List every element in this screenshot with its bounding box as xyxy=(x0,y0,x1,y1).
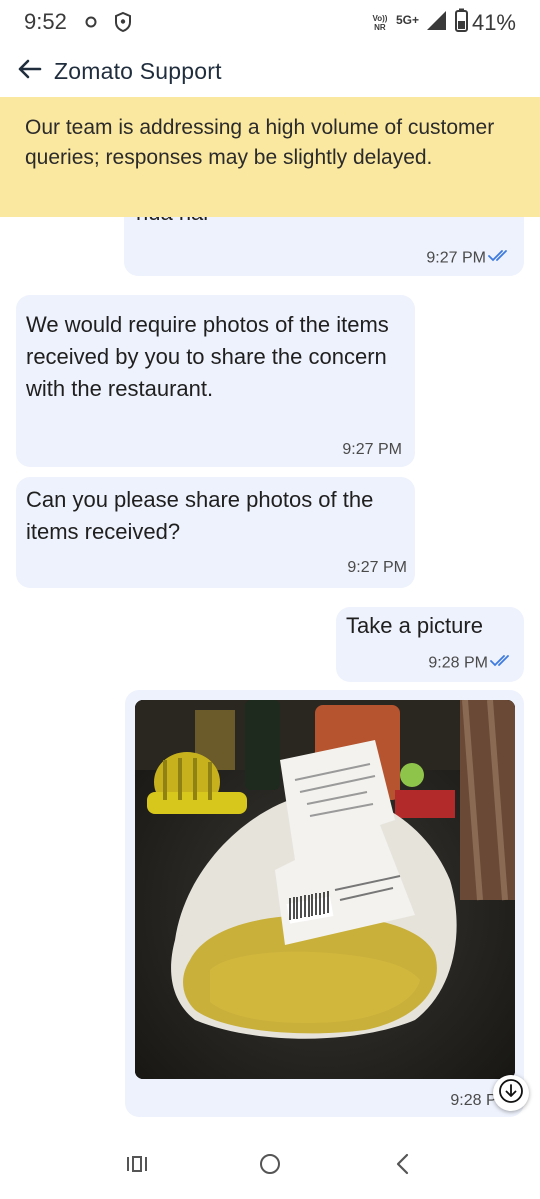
message-bubble-incoming[interactable]: We would require photos of the items rec… xyxy=(16,295,415,467)
attached-photo[interactable] xyxy=(135,700,515,1079)
delay-notice-banner: Our team is addressing a high volume of … xyxy=(0,97,540,217)
system-nav-bar xyxy=(0,1134,540,1199)
home-icon xyxy=(258,1152,282,1181)
message-time: 9:27 PM xyxy=(347,559,407,576)
download-button[interactable] xyxy=(493,1075,529,1111)
message-time: 9:27 PM xyxy=(342,441,402,458)
message-bubble-incoming[interactable]: Can you please share photos of the items… xyxy=(16,477,415,588)
read-ticks-icon xyxy=(490,654,514,673)
shield-icon xyxy=(113,11,133,38)
arrow-left-icon xyxy=(16,58,42,85)
recent-apps-icon xyxy=(125,1153,149,1180)
recent-apps-button[interactable] xyxy=(107,1142,167,1192)
system-back-button[interactable] xyxy=(373,1142,433,1192)
battery-percent: 41% xyxy=(471,9,516,35)
message-text: hua hai xyxy=(136,217,208,229)
message-text: We would require photos of the items rec… xyxy=(26,312,389,401)
chat-thread[interactable]: hua hai 9:27 PM We would require photos … xyxy=(0,217,540,1134)
read-ticks-icon xyxy=(488,249,512,268)
message-bubble-outgoing[interactable]: hua hai 9:27 PM xyxy=(124,217,524,276)
message-bubble-outgoing[interactable]: Take a picture 9:28 PM xyxy=(336,607,524,682)
home-button[interactable] xyxy=(240,1142,300,1192)
status-time: 9:52 xyxy=(24,9,67,34)
chat-header: Zomato Support xyxy=(0,46,540,96)
battery-icon xyxy=(454,8,468,37)
message-text: Take a picture xyxy=(346,613,483,638)
volte-icon: Vo)) NR xyxy=(372,13,388,32)
banner-text: Our team is addressing a high volume of … xyxy=(25,116,495,169)
message-text: Can you please share photos of the items… xyxy=(26,487,374,544)
back-icon xyxy=(393,1152,413,1181)
message-time: 9:28 PM xyxy=(428,654,514,673)
back-button[interactable] xyxy=(6,48,52,94)
download-icon xyxy=(498,1078,524,1109)
signal-icon xyxy=(425,9,447,36)
notification-dot-icon xyxy=(84,15,98,34)
network-type: 5G+ xyxy=(395,12,419,27)
status-bar: 9:52 Vo)) NR 5G+ 41% xyxy=(0,0,540,46)
message-time: 9:27 PM xyxy=(426,249,512,268)
page-title: Zomato Support xyxy=(54,57,222,84)
